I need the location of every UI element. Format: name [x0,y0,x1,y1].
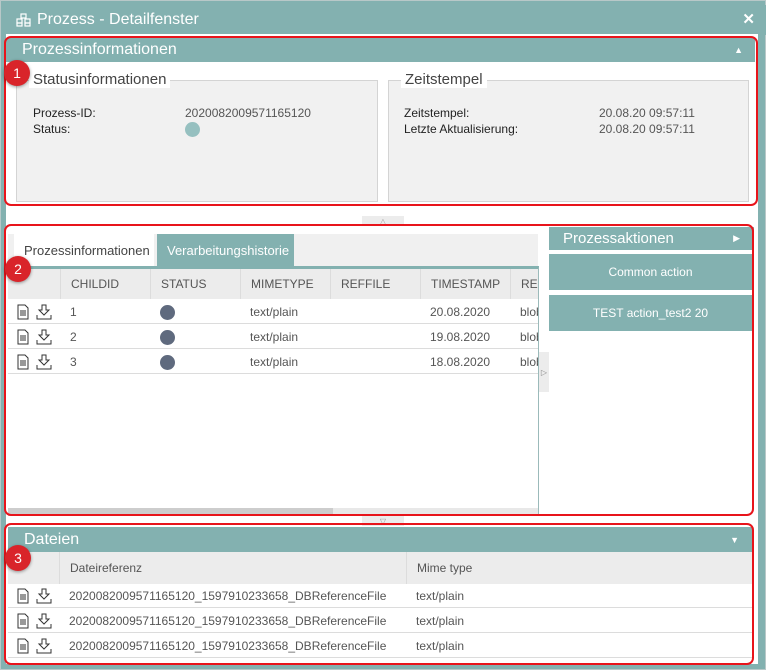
title-bar[interactable]: Prozess - Detailfenster ✕ [1,5,766,35]
col-file-reference[interactable]: Dateireferenz [59,552,406,584]
expand-actions-handle[interactable]: ▷ [539,352,549,392]
status-indicator [160,329,175,345]
annotation-marker-1: 1 [4,60,30,86]
status-indicator [160,354,175,370]
cell-mime-type: text/plain [416,589,465,603]
splitter-bottom-handle[interactable]: ▽ [362,516,404,526]
col-mime-type[interactable]: Mime type [406,552,753,584]
download-icon[interactable] [36,638,52,654]
status-label: Status: [33,122,71,136]
process-info-title: Prozessinformationen [22,41,177,58]
timestamp-label: Zeitstempel: [404,106,470,120]
process-actions-header[interactable]: Prozessaktionen ▶ [549,227,754,250]
cell-file-reference: 2020082009571165120_1597910233658_DBRefe… [69,614,387,628]
cell-ref: blob [520,305,538,319]
col-childid[interactable]: CHILDID [60,269,150,299]
download-icon[interactable] [36,588,52,604]
cell-childid: 2 [70,330,77,344]
collapse-up-icon[interactable]: ▲ [734,45,743,55]
process-id-label: Prozess-ID: [33,106,96,120]
tab-process-info[interactable]: Prozessinformationen [14,234,154,266]
history-grid: CHILDID STATUS MIMETYPE REFFILE TIMESTAM… [8,266,539,516]
cell-mimetype: text/plain [250,355,299,369]
file-row[interactable]: 2020082009571165120_1597910233658_DBRefe… [8,584,753,608]
expand-right-icon[interactable]: ▶ [733,233,740,244]
file-row[interactable]: 2020082009571165120_1597910233658_DBRefe… [8,634,753,658]
col-ref[interactable]: REF [510,269,538,299]
process-actions-title: Prozessaktionen [563,230,674,247]
cell-ref: blob [520,355,538,369]
cell-timestamp: 18.08.2020 [430,355,491,369]
timestamp-legend: Zeitstempel [401,71,487,88]
process-id-value: 2020082009571165120 [185,106,311,120]
annotation-marker-3: 3 [5,545,31,571]
cell-mimetype: text/plain [250,330,299,344]
document-icon[interactable] [16,613,30,629]
document-icon[interactable] [16,588,30,604]
download-icon[interactable] [36,329,52,345]
cell-timestamp: 19.08.2020 [430,330,491,344]
window-title: Prozess - Detailfenster [37,11,199,28]
scrollbar-thumb[interactable] [8,508,333,516]
document-icon[interactable] [16,638,30,654]
timestamp-group: Zeitstempel Zeitstempel: 20.08.20 09:57:… [388,71,749,202]
status-info-group: Statusinformationen Prozess-ID: 20200820… [16,71,378,202]
cell-ref: blob [520,330,538,344]
document-icon[interactable] [16,354,30,370]
cell-childid: 3 [70,355,77,369]
status-indicator [160,304,175,320]
col-reffile[interactable]: REFFILE [330,269,420,299]
common-action-button[interactable]: Common action [549,254,752,290]
file-row[interactable]: 2020082009571165120_1597910233658_DBRefe… [8,609,753,633]
splitter-top-handle[interactable]: △ [362,216,404,226]
tab-processing-history[interactable]: Verarbeitungshistorie [157,234,294,266]
table-row[interactable]: 1 text/plain 20.08.2020 blob [8,300,538,324]
cell-childid: 1 [70,305,77,319]
table-row[interactable]: 3 text/plain 18.08.2020 blob [8,350,538,374]
cell-mimetype: text/plain [250,305,299,319]
table-row[interactable]: 2 text/plain 19.08.2020 blob [8,325,538,349]
last-update-label: Letzte Aktualisierung: [404,122,519,136]
close-icon[interactable]: ✕ [742,10,755,28]
cell-file-reference: 2020082009571165120_1597910233658_DBRefe… [69,589,387,603]
collapse-down-icon[interactable]: ▼ [730,535,739,545]
cell-file-reference: 2020082009571165120_1597910233658_DBRefe… [69,639,387,653]
grid-header: CHILDID STATUS MIMETYPE REFFILE TIMESTAM… [8,269,538,299]
last-update-value: 20.08.20 09:57:11 [599,122,695,136]
download-icon[interactable] [36,354,52,370]
col-status[interactable]: STATUS [150,269,240,299]
process-info-header[interactable]: Prozessinformationen ▲ [6,38,755,62]
col-timestamp[interactable]: TIMESTAMP [420,269,510,299]
document-icon[interactable] [16,304,30,320]
status-indicator [185,122,200,137]
files-title: Dateien [24,530,80,548]
status-info-legend: Statusinformationen [29,71,171,88]
horizontal-scrollbar[interactable] [8,508,538,516]
timestamp-value: 20.08.20 09:57:11 [599,106,695,120]
cell-mime-type: text/plain [416,639,465,653]
files-header[interactable]: Dateien ▼ [8,527,753,552]
test-action-button[interactable]: TEST action_test2 20 [549,295,752,331]
download-icon[interactable] [36,613,52,629]
download-icon[interactable] [36,304,52,320]
cell-mime-type: text/plain [416,614,465,628]
cell-timestamp: 20.08.2020 [430,305,491,319]
files-table-header: Dateireferenz Mime type [8,552,753,584]
annotation-marker-2: 2 [5,256,31,282]
process-network-icon [15,12,31,28]
col-mimetype[interactable]: MIMETYPE [240,269,330,299]
document-icon[interactable] [16,329,30,345]
